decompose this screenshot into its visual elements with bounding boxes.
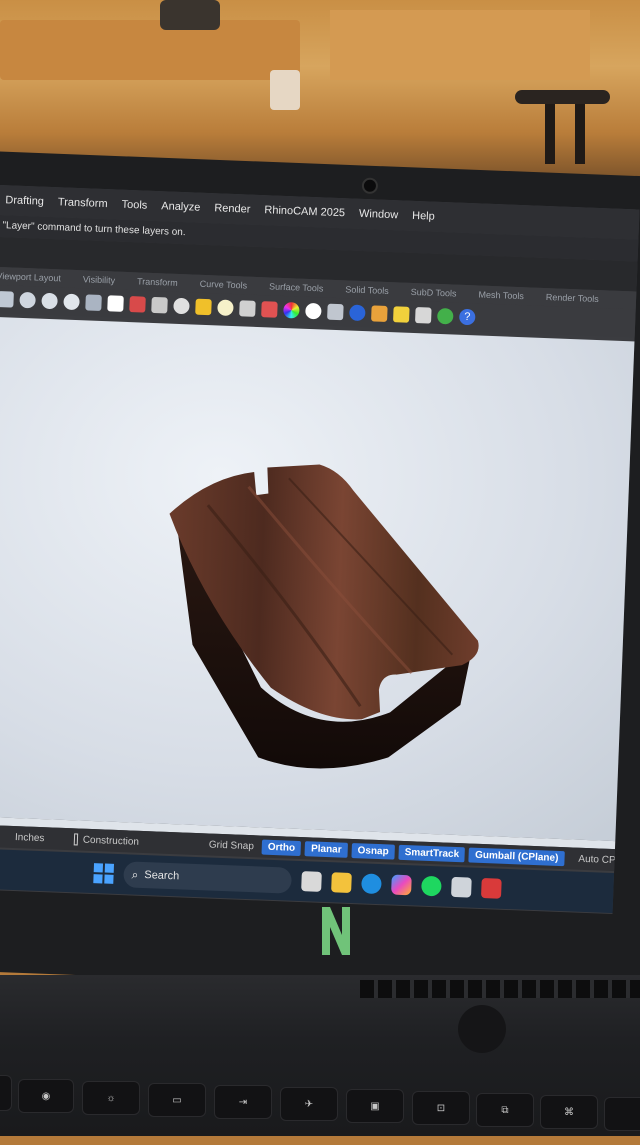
copilot-icon[interactable] (391, 874, 412, 896)
render-sphere-icon[interactable] (349, 304, 366, 322)
menu-analyze[interactable]: Analyze (161, 200, 201, 213)
points-icon[interactable] (195, 298, 212, 316)
car-icon[interactable] (129, 296, 146, 313)
tab-subd-tools[interactable]: SubD Tools (410, 283, 457, 303)
tab-curve-tools[interactable]: Curve Tools (199, 275, 248, 295)
zoom-icon[interactable] (19, 291, 36, 309)
perspective-viewport[interactable] (0, 316, 640, 842)
construction-checkbox[interactable] (74, 833, 79, 846)
menu-window[interactable]: Window (359, 208, 399, 221)
menu-drafting[interactable]: Drafting (5, 194, 44, 207)
laptop-screen: Drafting Transform Tools Analyze Render … (0, 185, 640, 915)
key-f2[interactable]: ☼ (82, 1081, 140, 1115)
planar-toggle[interactable]: Planar (304, 840, 348, 858)
background-object (160, 0, 220, 30)
lock-icon[interactable] (239, 300, 256, 317)
key[interactable] (0, 1075, 12, 1111)
zoom-extents-icon[interactable] (41, 292, 58, 310)
stool-leg (575, 104, 585, 164)
tab-surface-tools[interactable]: Surface Tools (269, 277, 324, 297)
spotify-icon[interactable] (421, 875, 442, 897)
cplane-icon[interactable] (173, 297, 190, 315)
zoom-window-icon[interactable] (63, 293, 80, 311)
key-f7[interactable]: ⊡ (412, 1091, 470, 1125)
search-placeholder: Search (144, 869, 180, 883)
pan-icon[interactable] (0, 290, 14, 308)
key-f1[interactable]: ◉ (18, 1079, 74, 1113)
menu-tools[interactable]: Tools (121, 199, 147, 212)
windows-start-icon[interactable] (93, 863, 115, 884)
edge-browser-icon[interactable] (361, 873, 382, 895)
osnap-toggle[interactable]: Osnap (351, 842, 395, 860)
units-label: Inches (14, 831, 45, 844)
render-preview-icon[interactable] (305, 302, 322, 320)
stool-seat (515, 90, 610, 104)
construction-label: Construction (82, 834, 140, 848)
speaker-grille (360, 980, 640, 998)
app-icon[interactable] (480, 878, 502, 899)
wooden-table (0, 20, 300, 80)
globe-icon[interactable] (436, 307, 454, 325)
webcam-icon (361, 177, 379, 195)
environment-icon[interactable] (371, 305, 388, 322)
keyboard-keys: ◉ ☼ ▭ ⇥ ✈ ▣ ⊡ ⧉ ⌘ (0, 1075, 640, 1145)
four-viewports-icon[interactable] (107, 295, 124, 312)
tab-solid-tools[interactable]: Solid Tools (345, 280, 389, 300)
gumball-toggle[interactable]: Gumball (CPlane) (468, 847, 565, 866)
laptop-logo (318, 905, 354, 957)
grid-snap-toggle[interactable]: Grid Snap (209, 839, 254, 852)
color-wheel-icon[interactable] (283, 301, 300, 319)
menu-rhinocam[interactable]: RhinoCAM 2025 (264, 204, 345, 219)
search-icon: ⌕ (131, 867, 139, 882)
tab-mesh-tools[interactable]: Mesh Tools (478, 285, 524, 305)
wooden-wall (330, 10, 590, 80)
menu-transform[interactable]: Transform (58, 196, 108, 210)
camera-sensor (458, 1005, 506, 1053)
taskbar-search-box[interactable]: ⌕ Search (123, 861, 293, 894)
tab-transform[interactable]: Transform (137, 272, 178, 292)
select-icon[interactable] (151, 296, 168, 314)
smarttrack-toggle[interactable]: SmartTrack (398, 844, 466, 862)
key-f6[interactable]: ▣ (346, 1089, 404, 1123)
background-cup (270, 70, 300, 110)
dimension-icon[interactable] (415, 307, 432, 324)
help-icon[interactable]: ? (458, 308, 476, 326)
menu-render[interactable]: Render (214, 202, 251, 215)
key-f3[interactable]: ▭ (148, 1083, 206, 1117)
menu-help[interactable]: Help (412, 210, 435, 223)
wood-block-model (169, 464, 479, 769)
key-f10[interactable] (604, 1097, 640, 1131)
dotted-box-icon[interactable] (327, 303, 344, 321)
key-f5[interactable]: ✈ (280, 1087, 338, 1121)
sun-icon[interactable] (393, 306, 410, 323)
rhino-icon[interactable] (451, 876, 472, 898)
rotate-view-icon[interactable] (85, 294, 102, 311)
tab-viewport-layout[interactable]: Viewport Layout (0, 267, 61, 287)
light-bulb-icon[interactable] (217, 299, 234, 317)
file-explorer-icon[interactable] (331, 872, 352, 893)
material-icon[interactable] (261, 301, 278, 318)
tab-visibility[interactable]: Visibility (82, 270, 116, 289)
key-f4[interactable]: ⇥ (214, 1085, 272, 1119)
key-f9[interactable]: ⌘ (540, 1095, 598, 1129)
ortho-toggle[interactable]: Ortho (261, 839, 302, 856)
task-view-icon[interactable] (301, 871, 322, 892)
key-f8[interactable]: ⧉ (476, 1093, 534, 1127)
stool-leg (545, 104, 555, 164)
tab-render-tools[interactable]: Render Tools (546, 288, 600, 308)
